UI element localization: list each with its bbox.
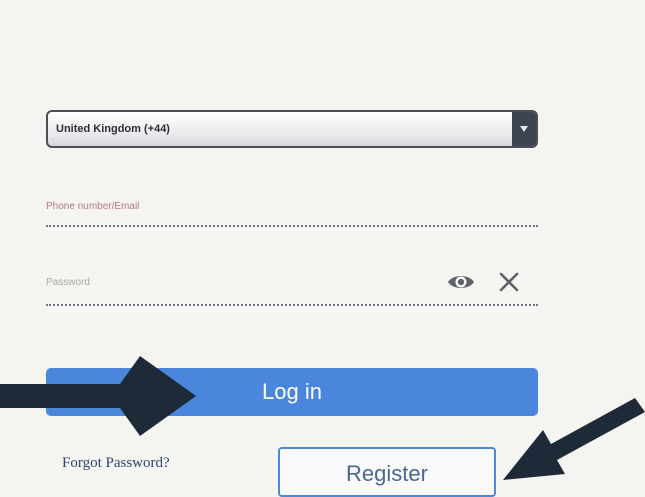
phone-email-input[interactable] (46, 200, 538, 212)
annotation-arrow-register (503, 398, 645, 480)
country-select-value: United Kingdom (+44) (56, 123, 170, 135)
close-icon[interactable] (498, 271, 520, 293)
country-code-select[interactable]: United Kingdom (+44) (46, 110, 538, 148)
chevron-down-icon[interactable] (512, 112, 536, 146)
password-input[interactable] (46, 276, 446, 288)
annotation-arrow-login (0, 356, 196, 436)
phone-email-field-container (46, 187, 538, 227)
forgot-password-link[interactable]: Forgot Password? (62, 455, 170, 472)
login-screen: United Kingdom (+44) Log in Forgot Passw… (0, 0, 645, 497)
password-field-container (46, 260, 538, 306)
eye-icon[interactable] (446, 271, 476, 293)
